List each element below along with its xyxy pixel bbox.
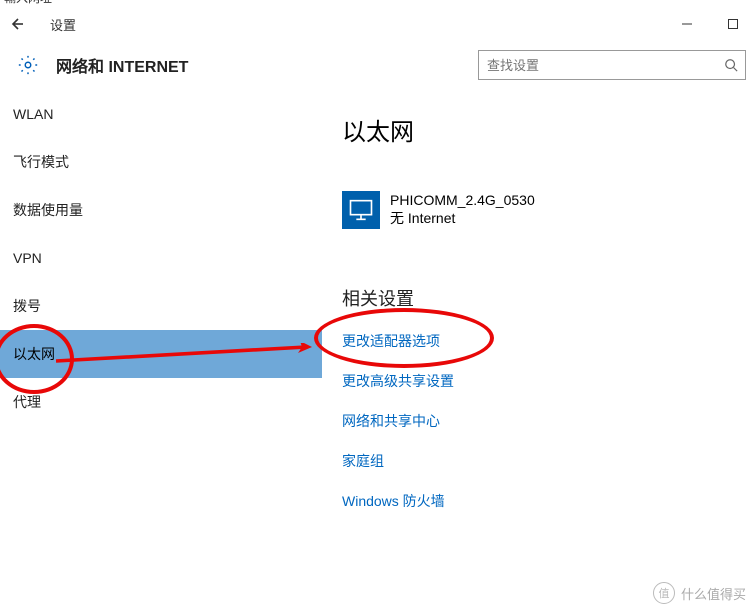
sidebar: WLAN 飞行模式 数据使用量 VPN 拨号 以太网 代理 [0, 90, 322, 604]
settings-window: 设置 网络和 INTERNET WLAN 飞行模式 数据使用量 VPN 拨号 以… [0, 8, 756, 612]
watermark-text: 什么值得买 [681, 584, 746, 603]
network-entry[interactable]: PHICOMM_2.4G_0530 无 Internet [342, 191, 756, 229]
maximize-button[interactable] [710, 8, 756, 40]
sidebar-item-label: 数据使用量 [13, 200, 83, 220]
minimize-button[interactable] [664, 8, 710, 40]
sidebar-item-vpn[interactable]: VPN [0, 234, 322, 282]
sidebar-item-ethernet[interactable]: 以太网 [0, 330, 322, 378]
search-icon [717, 58, 745, 72]
ethernet-icon [342, 191, 380, 229]
link-adapter-options[interactable]: 更改适配器选项 [342, 331, 756, 351]
sidebar-item-label: 代理 [13, 392, 41, 412]
link-firewall[interactable]: Windows 防火墙 [342, 491, 756, 511]
sidebar-item-datausage[interactable]: 数据使用量 [0, 186, 322, 234]
window-title: 设置 [50, 15, 76, 34]
network-text: PHICOMM_2.4G_0530 无 Internet [390, 191, 535, 227]
related-links: 更改适配器选项 更改高级共享设置 网络和共享中心 家庭组 Windows 防火墙 [342, 331, 756, 511]
related-heading: 相关设置 [342, 285, 756, 311]
sidebar-item-wlan[interactable]: WLAN [0, 90, 322, 138]
sidebar-item-label: 飞行模式 [13, 152, 69, 172]
network-status: 无 Internet [390, 209, 535, 227]
watermark-badge: 值 [653, 582, 675, 604]
title-bar: 设置 [0, 8, 756, 40]
header-title: 网络和 INTERNET [56, 53, 478, 77]
main-content: 以太网 PHICOMM_2.4G_0530 无 Internet 相关设置 更改… [322, 90, 756, 604]
network-name: PHICOMM_2.4G_0530 [390, 191, 535, 209]
search-input[interactable] [479, 58, 717, 73]
page-title: 以太网 [342, 112, 756, 147]
link-advanced-sharing[interactable]: 更改高级共享设置 [342, 371, 756, 391]
gear-icon [0, 54, 56, 76]
link-network-center[interactable]: 网络和共享中心 [342, 411, 756, 431]
watermark: 值 什么值得买 [653, 582, 746, 604]
sidebar-item-label: WLAN [13, 106, 53, 122]
link-homegroup[interactable]: 家庭组 [342, 451, 756, 471]
header: 网络和 INTERNET [0, 40, 756, 90]
address-bar: 輸入网址 [0, 0, 756, 8]
back-button[interactable] [0, 8, 32, 40]
sidebar-item-label: VPN [13, 250, 42, 266]
search-box[interactable] [478, 50, 746, 80]
sidebar-item-airplane[interactable]: 飞行模式 [0, 138, 322, 186]
sidebar-item-dialup[interactable]: 拨号 [0, 282, 322, 330]
sidebar-item-label: 以太网 [13, 344, 55, 364]
sidebar-item-label: 拨号 [13, 296, 41, 316]
sidebar-item-proxy[interactable]: 代理 [0, 378, 322, 426]
